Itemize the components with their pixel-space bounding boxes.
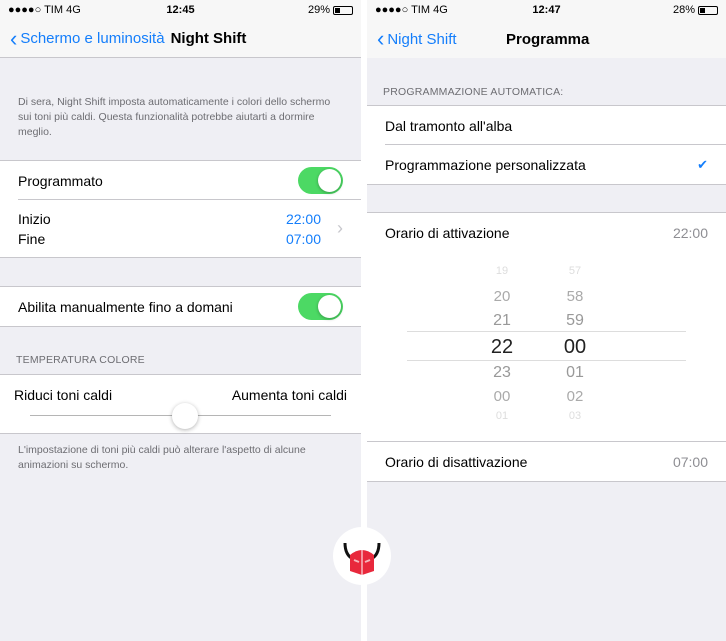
times-group: Orario di attivazione 22:00 19 20 21 22 23 00 0… bbox=[367, 212, 726, 482]
checkmark-icon: ✔ bbox=[697, 156, 708, 172]
hour-option[interactable]: 00 bbox=[482, 388, 522, 405]
deactivation-value: 07:00 bbox=[672, 453, 708, 470]
battery: 28% bbox=[673, 4, 718, 16]
battery-icon bbox=[333, 5, 353, 15]
more-warm-label: Aumenta toni caldi bbox=[231, 387, 347, 403]
minute-option[interactable]: 57 bbox=[555, 265, 595, 277]
time-picker[interactable]: 19 20 21 22 23 00 01 57 58 59 00 01 02 03 bbox=[367, 253, 726, 441]
auto-header: PROGRAMMAZIONE AUTOMATICA: bbox=[383, 86, 564, 98]
auto-options: Dal tramonto all'alba Programmazione per… bbox=[367, 105, 726, 185]
temperature-group: Riduci toni caldi Aumenta toni caldi bbox=[0, 374, 361, 434]
temperature-header: TEMPERATURA COLORE bbox=[16, 354, 145, 366]
description: Di sera, Night Shift imposta automaticam… bbox=[18, 96, 331, 138]
hour-option[interactable]: 21 bbox=[482, 312, 522, 330]
carrier: ●●●●○ TIM 4G bbox=[8, 4, 81, 16]
battery: 29% bbox=[308, 4, 353, 16]
chevron-left-icon: ‹ bbox=[10, 25, 18, 51]
temperature-slider-thumb[interactable] bbox=[172, 403, 198, 429]
end-value: 07:00 bbox=[285, 230, 321, 247]
status-bar: ●●●●○ TIM 4G 12:45 29% bbox=[0, 0, 361, 20]
carrier: ●●●●○ TIM 4G bbox=[375, 4, 448, 16]
nav-bar: ‹ Night Shift Programma bbox=[367, 20, 726, 58]
schedule-screen: ●●●●○ TIM 4G 12:47 28% ‹ Night Shift Prog… bbox=[367, 0, 726, 641]
end-label: Fine bbox=[18, 230, 46, 247]
hour-option[interactable]: 22 bbox=[482, 336, 522, 359]
start-value: 22:00 bbox=[285, 210, 321, 227]
option-custom[interactable]: Programmazione personalizzata ✔ bbox=[367, 145, 726, 184]
helmet-logo-icon bbox=[343, 542, 381, 575]
minute-option[interactable]: 58 bbox=[555, 288, 595, 305]
option-sunset[interactable]: Dal tramonto all'alba bbox=[367, 106, 726, 145]
temperature-note: L'impostazione di toni più caldi può alt… bbox=[18, 444, 306, 471]
hour-option[interactable]: 20 bbox=[482, 288, 522, 305]
minute-option[interactable]: 03 bbox=[555, 410, 595, 422]
battery-icon bbox=[698, 5, 718, 15]
scheduled-toggle[interactable] bbox=[298, 167, 343, 194]
back-button[interactable]: ‹ Night Shift bbox=[367, 28, 457, 50]
back-button[interactable]: ‹ Schermo e luminosità bbox=[0, 25, 165, 51]
logo bbox=[333, 527, 391, 585]
manual-group: Abilita manualmente fino a domani bbox=[0, 286, 361, 327]
page-title: Programma bbox=[506, 30, 590, 48]
hour-option[interactable]: 23 bbox=[482, 364, 522, 382]
schedule-group: Programmato Inizio Fine 22:00 07:00 › bbox=[0, 160, 361, 258]
start-label: Inizio bbox=[18, 210, 51, 227]
hour-option[interactable]: 19 bbox=[482, 265, 522, 277]
minute-option[interactable]: 59 bbox=[555, 312, 595, 330]
chevron-right-icon: › bbox=[337, 218, 343, 238]
manual-row: Abilita manualmente fino a domani bbox=[0, 287, 361, 326]
activation-value: 22:00 bbox=[672, 225, 708, 241]
minute-option[interactable]: 02 bbox=[555, 388, 595, 405]
hour-option[interactable]: 01 bbox=[482, 410, 522, 422]
less-warm-label: Riduci toni caldi bbox=[14, 387, 113, 403]
page-title: Night Shift bbox=[170, 30, 247, 47]
activation-row[interactable]: Orario di attivazione 22:00 bbox=[367, 213, 726, 253]
chevron-left-icon: ‹ bbox=[377, 26, 385, 51]
scheduled-row: Programmato bbox=[0, 161, 361, 200]
manual-toggle[interactable] bbox=[298, 293, 343, 320]
night-shift-screen: ●●●●○ TIM 4G 12:45 29% ‹ Schermo e lumino… bbox=[0, 0, 361, 641]
deactivation-row[interactable]: Orario di disattivazione 07:00 bbox=[367, 441, 726, 481]
status-bar: ●●●●○ TIM 4G 12:47 28% bbox=[367, 0, 726, 20]
start-end-row[interactable]: Inizio Fine 22:00 07:00 › bbox=[0, 200, 361, 257]
nav-bar: ‹ Schermo e luminosità Night Shift bbox=[0, 20, 361, 58]
minute-option[interactable]: 00 bbox=[555, 336, 595, 359]
minute-option[interactable]: 01 bbox=[555, 364, 595, 382]
picker-selection bbox=[407, 331, 686, 361]
